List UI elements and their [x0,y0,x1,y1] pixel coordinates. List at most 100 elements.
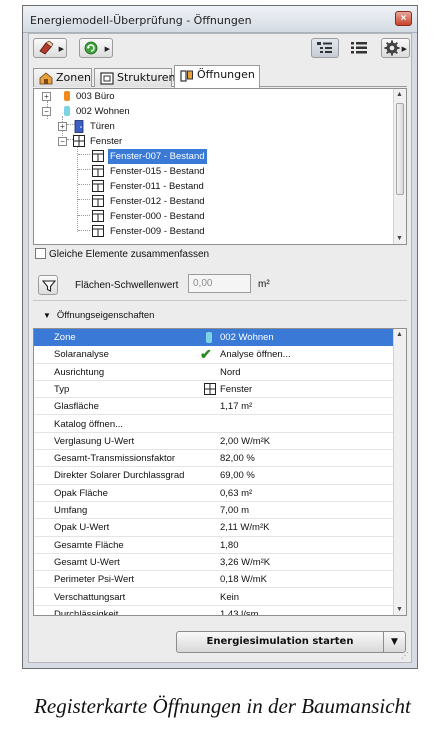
property-row-solar-analysis[interactable]: Solaranalyse ✔ Analyse öffnen... [34,346,393,364]
settings-button[interactable]: ▶ [381,38,410,58]
property-value: 2,11 W/m²K [220,522,270,534]
property-row-perimeter[interactable]: Umfang 7,00 m [34,502,393,520]
zone-color-icon [206,332,212,343]
property-row-perimeter-psi[interactable]: Perimeter Psi-Wert 0,18 W/mK [34,571,393,589]
window-icon [204,382,216,395]
tree-view-button[interactable] [311,38,339,58]
title-bar[interactable]: Energiemodell-Überprüfung - Öffnungen × [23,6,417,33]
dropdown-arrow-icon: ▶ [104,46,110,53]
property-value: 0,63 m² [220,487,253,499]
area-threshold-input[interactable]: 0,00 [188,274,251,293]
tab-label: Zonen [56,71,91,84]
refresh-icon [84,41,98,55]
property-label: Perimeter Psi-Wert [54,574,135,586]
property-value: 2,00 W/m²K [220,435,271,447]
openings-tree[interactable]: + 003 Büro − 002 Wohnen + Türen − Fenste… [33,88,407,245]
tree-node-label: 003 Büro [76,91,115,102]
close-button[interactable]: × [395,11,412,26]
tab-structures[interactable]: Strukturen [94,68,176,87]
scroll-down-icon[interactable]: ▼ [396,235,403,242]
property-label: Gesamt-Transmissionsfaktor [54,453,176,465]
property-value: 1,17 m² [220,401,253,413]
tab-openings[interactable]: Öffnungen [174,65,260,88]
property-row-total-u-value[interactable]: Gesamt U-Wert 3,26 W/m²K [34,554,393,572]
property-label: Opak U-Wert [54,522,110,534]
property-value: 82,00 % [220,453,255,465]
tree-scrollbar[interactable]: ▲ ▼ [393,89,406,244]
area-threshold-unit: m² [258,279,270,290]
tree-view-icon [317,42,332,53]
scroll-down-icon[interactable]: ▼ [396,606,403,613]
property-row-air-permeability[interactable]: Durchlässigkeit 1,43 l/sm [34,606,393,616]
energy-model-review-window: Energiemodell-Überprüfung - Öffnungen × … [22,5,418,669]
property-row-opaque-area[interactable]: Opak Fläche 0,63 m² [34,485,393,502]
property-row-total-area[interactable]: Gesamte Fläche 1,80 [34,537,393,554]
collapse-triangle-icon: ▼ [43,311,51,320]
property-row-direct-solar-transmittance[interactable]: Direkter Solarer Durchlassgrad 69,00 % [34,467,393,485]
scroll-up-icon[interactable]: ▲ [396,331,403,338]
area-filter-button[interactable] [38,275,58,295]
refresh-button[interactable]: ▶ [79,38,113,58]
open-analysis-link[interactable]: Analyse öffnen... [220,346,291,363]
expand-icon[interactable]: + [58,122,67,131]
window-title: Energiemodell-Überprüfung - Öffnungen [30,14,252,27]
tree-node-label: Fenster-015 - Bestand [110,166,205,177]
resize-grip-icon[interactable]: ⋰ [401,651,409,660]
property-row-shading-type[interactable]: Verschattungsart Kein [34,589,393,606]
merge-checkbox[interactable] [35,248,46,259]
property-row-zone[interactable]: Zone 002 Wohnen [34,329,393,347]
tree-node-label: Fenster-012 - Bestand [110,196,205,207]
property-label: Glasfläche [54,401,99,413]
property-label: Typ [54,383,70,395]
collapse-icon[interactable]: − [58,137,67,146]
list-view-button[interactable] [345,38,371,58]
window-icon [92,150,104,162]
close-icon: × [400,13,407,24]
model-edit-button[interactable]: ▶ [33,38,67,58]
properties-section-header[interactable]: ▼ Öffnungseigenschaften [43,310,154,321]
property-value: 1,43 l/sm [220,608,259,616]
tab-label: Strukturen [117,71,176,84]
scroll-up-icon[interactable]: ▲ [396,91,403,98]
property-row-total-transmission[interactable]: Gesamt-Transmissionsfaktor 82,00 % [34,450,393,468]
property-row-open-catalog[interactable]: Katalog öffnen... [34,416,393,433]
property-row-glazing-u-value[interactable]: Verglasung U-Wert 2,00 W/m²K [34,433,393,451]
dropdown-arrow-icon[interactable]: ▼ [383,632,405,652]
merge-checkbox-label: Gleiche Elemente zusammenfassen [49,249,210,260]
door-icon [74,120,84,133]
property-row-type[interactable]: Typ Fenster [34,381,393,399]
collapse-icon[interactable]: − [42,107,51,116]
scroll-thumb[interactable] [396,103,404,195]
area-threshold-label: Flächen-Schwellenwert [75,280,179,291]
tree-node-label: Fenster-011 - Bestand [110,181,204,192]
window-icon [92,165,104,177]
open-catalog-link[interactable]: Katalog öffnen... [54,416,123,433]
structures-icon [100,72,114,85]
window-icon [92,225,104,237]
property-label: Gesamt U-Wert [54,556,120,568]
figure-caption: Registerkarte Öffnungen in der Baumansic… [34,694,411,718]
tree-node-label: Fenster-007 - Bestand [108,149,207,164]
property-value: 69,00 % [220,470,255,482]
property-row-orientation[interactable]: Ausrichtung Nord [34,364,393,381]
start-energy-simulation-button[interactable]: Energiesimulation starten ▼ [176,631,406,653]
property-value: Fenster [220,383,253,395]
property-value: 0,18 W/mK [220,574,267,586]
property-label: Verglasung U-Wert [54,435,135,447]
window-icon [92,180,104,192]
zone-color-icon [64,91,70,101]
property-row-opaque-u-value[interactable]: Opak U-Wert 2,11 W/m²K [34,519,393,537]
window-icon [73,135,85,147]
property-row-glass-area[interactable]: Glasfläche 1,17 m² [34,398,393,416]
tree-node-label: Fenster-009 - Bestand [110,226,205,237]
zone-color-icon [64,106,70,116]
tab-zones[interactable]: Zonen [33,68,92,87]
merge-identical-elements-toggle[interactable]: Gleiche Elemente zusammenfassen [35,248,209,260]
dropdown-arrow-icon: ▶ [401,46,407,53]
property-label: Gesamte Fläche [54,539,124,551]
properties-title: Öffnungseigenschaften [56,310,155,321]
properties-scrollbar[interactable]: ▲ ▼ [393,329,406,615]
window-icon [92,195,104,207]
tree-node-label: Türen [90,121,115,132]
expand-icon[interactable]: + [42,92,51,101]
